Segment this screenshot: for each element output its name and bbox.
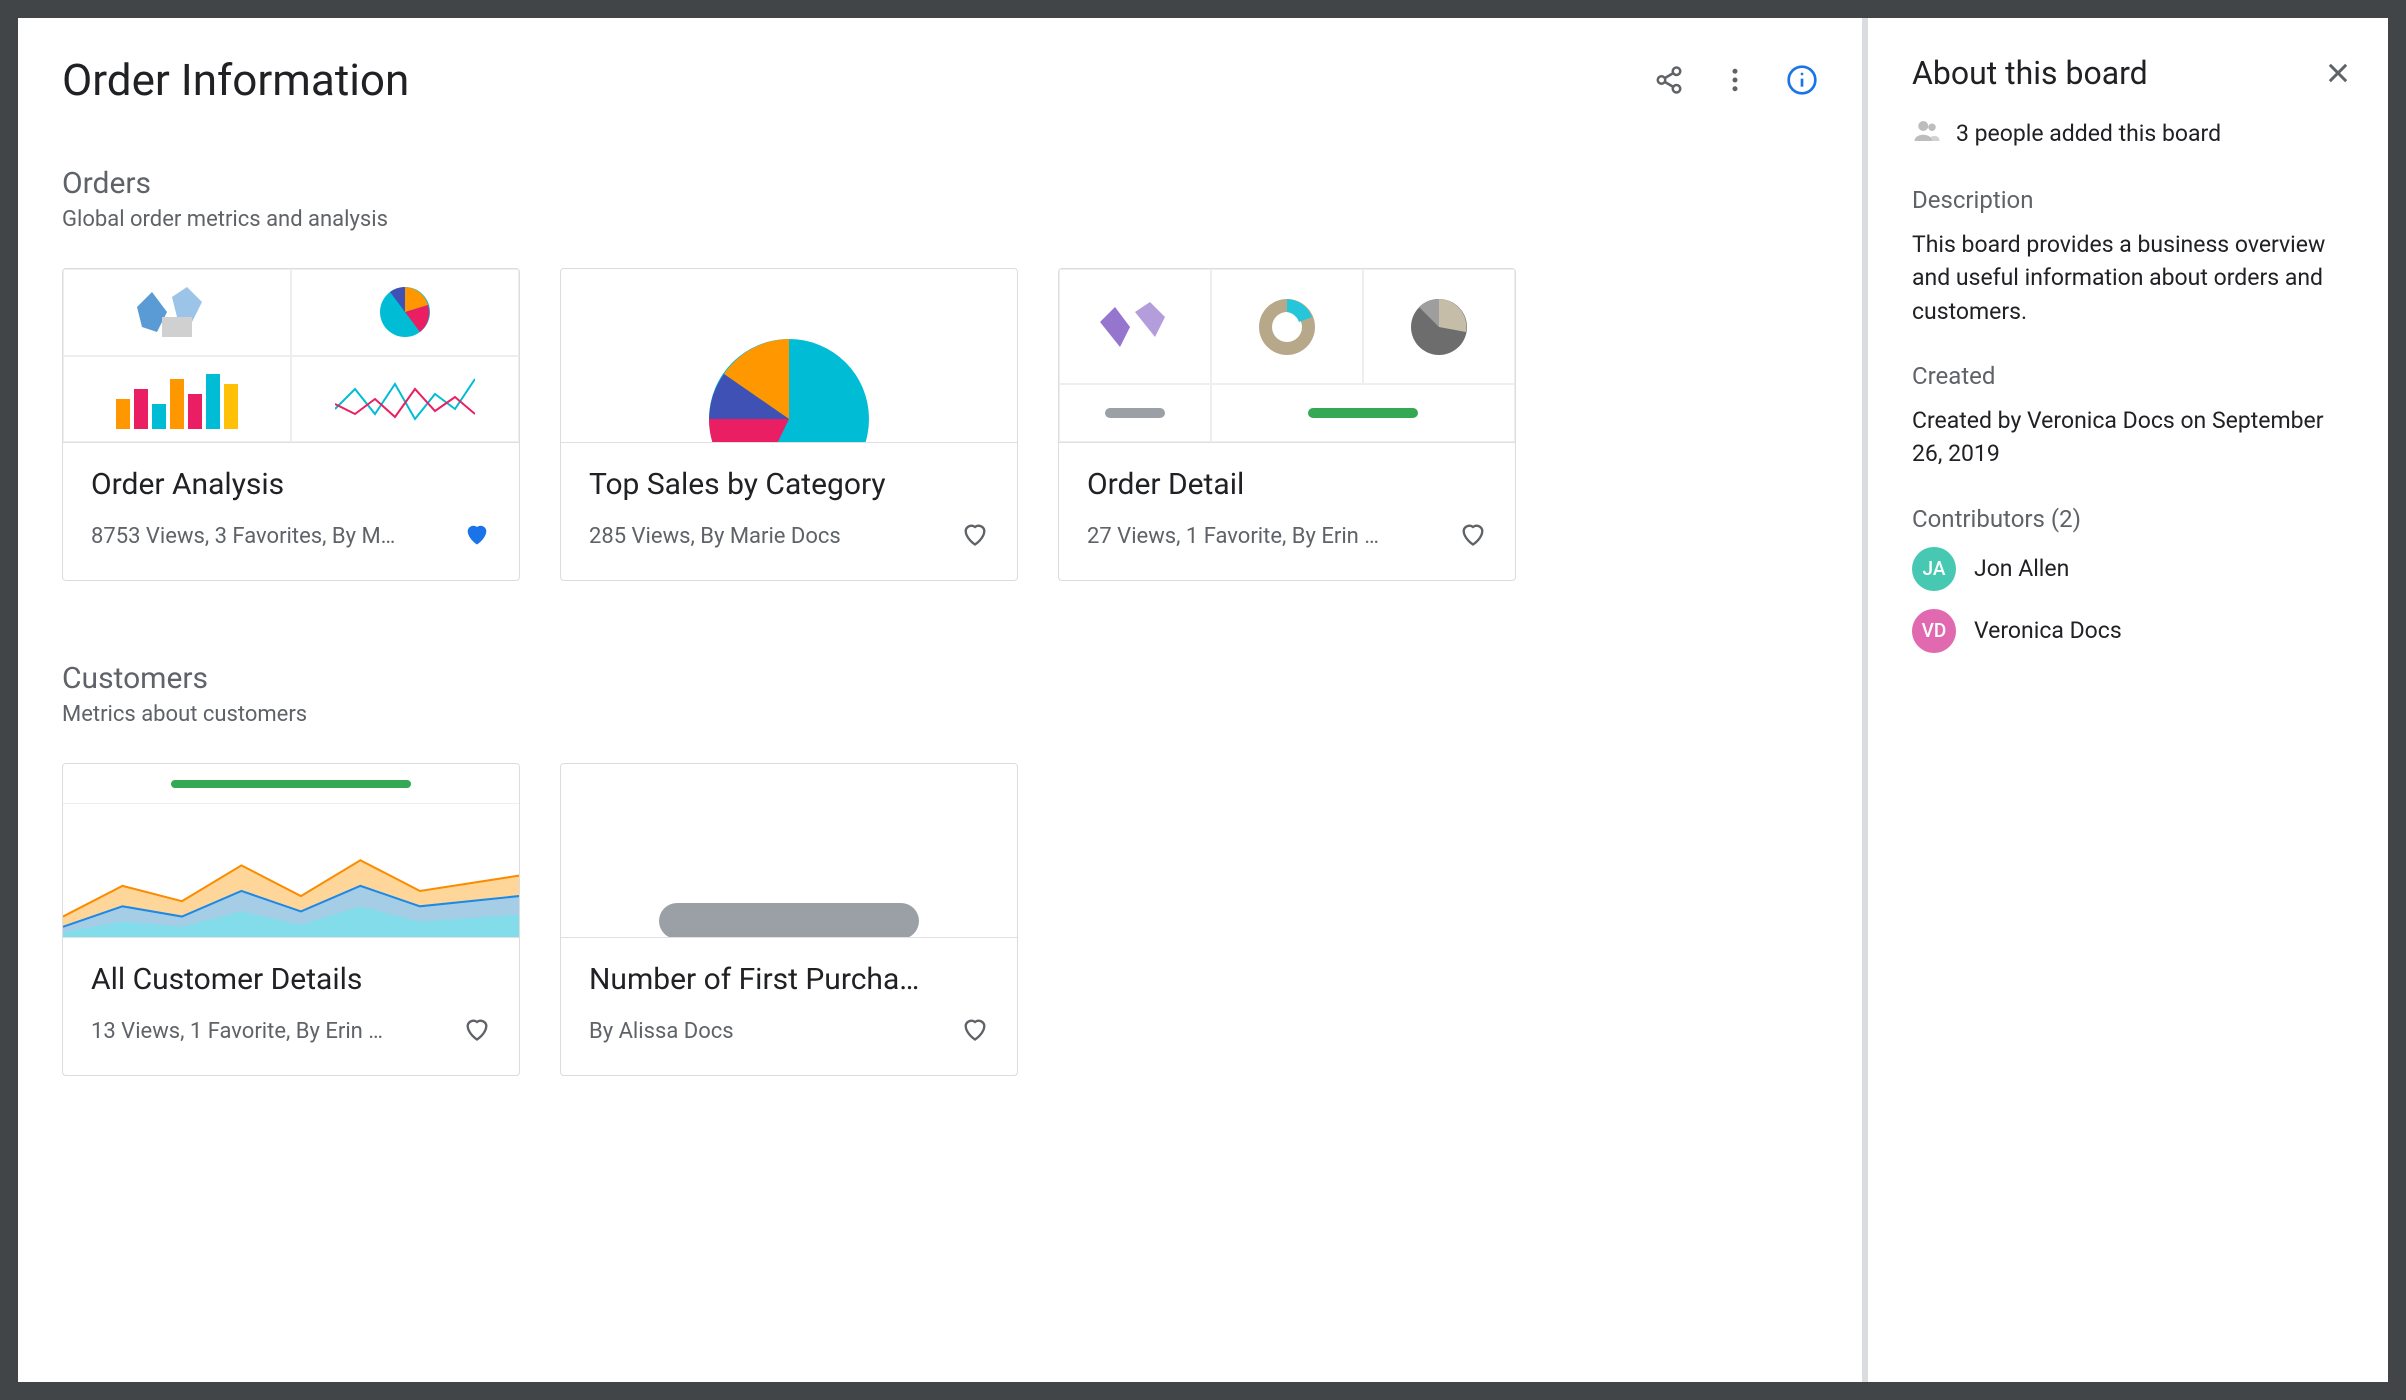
dashboard-card[interactable]: Top Sales by Category 285 Views, By Mari… bbox=[560, 268, 1018, 581]
favorite-icon[interactable] bbox=[961, 520, 989, 552]
people-icon bbox=[1912, 116, 1942, 150]
about-sidebar: About this board 3 people added this boa… bbox=[1868, 18, 2388, 1382]
card-preview bbox=[561, 764, 1017, 938]
favorite-icon[interactable] bbox=[961, 1015, 989, 1047]
section-title: Customers bbox=[62, 661, 1818, 696]
card-preview bbox=[63, 269, 519, 443]
page-title: Order Information bbox=[62, 54, 409, 106]
card-title: All Customer Details bbox=[91, 962, 491, 997]
app-frame: Order Information Orders Global order me… bbox=[18, 18, 2388, 1382]
card-meta: 13 Views, 1 Favorite, By Erin … bbox=[91, 1019, 383, 1044]
dashboard-card[interactable]: Order Detail 27 Views, 1 Favorite, By Er… bbox=[1058, 268, 1516, 581]
section-subtitle: Global order metrics and analysis bbox=[62, 207, 1818, 232]
section-subtitle: Metrics about customers bbox=[62, 702, 1818, 727]
card-meta: 8753 Views, 3 Favorites, By M… bbox=[91, 524, 395, 549]
description-label: Description bbox=[1912, 186, 2352, 214]
card-preview bbox=[561, 269, 1017, 443]
avatar: VD bbox=[1912, 609, 1956, 653]
sidebar-title: About this board bbox=[1912, 54, 2148, 92]
dashboard-card[interactable]: All Customer Details 13 Views, 1 Favorit… bbox=[62, 763, 520, 1076]
favorite-icon[interactable] bbox=[463, 1015, 491, 1047]
created-label: Created bbox=[1912, 362, 2352, 390]
created-text: Created by Veronica Docs on September 26… bbox=[1912, 404, 2352, 471]
close-icon[interactable] bbox=[2324, 59, 2352, 87]
header-actions bbox=[1654, 64, 1818, 96]
favorite-icon[interactable] bbox=[463, 520, 491, 552]
dashboard-card[interactable]: Order Analysis 8753 Views, 3 Favorites, … bbox=[62, 268, 520, 581]
page-header: Order Information bbox=[62, 54, 1818, 106]
card-title: Order Detail bbox=[1087, 467, 1487, 502]
card-meta: 285 Views, By Marie Docs bbox=[589, 524, 841, 549]
favorite-icon[interactable] bbox=[1459, 520, 1487, 552]
card-preview bbox=[1059, 269, 1515, 443]
main-content: Order Information Orders Global order me… bbox=[18, 18, 1862, 1382]
card-title: Order Analysis bbox=[91, 467, 491, 502]
dashboard-card[interactable]: Number of First Purcha… By Alissa Docs bbox=[560, 763, 1018, 1076]
description-text: This board provides a business overview … bbox=[1912, 228, 2352, 328]
card-grid: Order Analysis 8753 Views, 3 Favorites, … bbox=[62, 268, 1818, 581]
added-by-row: 3 people added this board bbox=[1912, 116, 2352, 150]
contributor-row: VD Veronica Docs bbox=[1912, 609, 2352, 653]
contributors-label: Contributors (2) bbox=[1912, 505, 2352, 533]
card-meta: 27 Views, 1 Favorite, By Erin … bbox=[1087, 524, 1379, 549]
contributor-name: Veronica Docs bbox=[1974, 617, 2122, 644]
section-title: Orders bbox=[62, 166, 1818, 201]
added-by-text: 3 people added this board bbox=[1956, 120, 2221, 147]
card-title: Top Sales by Category bbox=[589, 467, 989, 502]
avatar: JA bbox=[1912, 547, 1956, 591]
info-icon[interactable] bbox=[1786, 64, 1818, 96]
card-title: Number of First Purcha… bbox=[589, 962, 989, 997]
contributor-name: Jon Allen bbox=[1974, 555, 2069, 582]
more-icon[interactable] bbox=[1720, 65, 1750, 95]
card-grid: All Customer Details 13 Views, 1 Favorit… bbox=[62, 763, 1818, 1076]
share-icon[interactable] bbox=[1654, 65, 1684, 95]
contributor-row: JA Jon Allen bbox=[1912, 547, 2352, 591]
card-meta: By Alissa Docs bbox=[589, 1019, 734, 1044]
card-preview bbox=[63, 764, 519, 938]
